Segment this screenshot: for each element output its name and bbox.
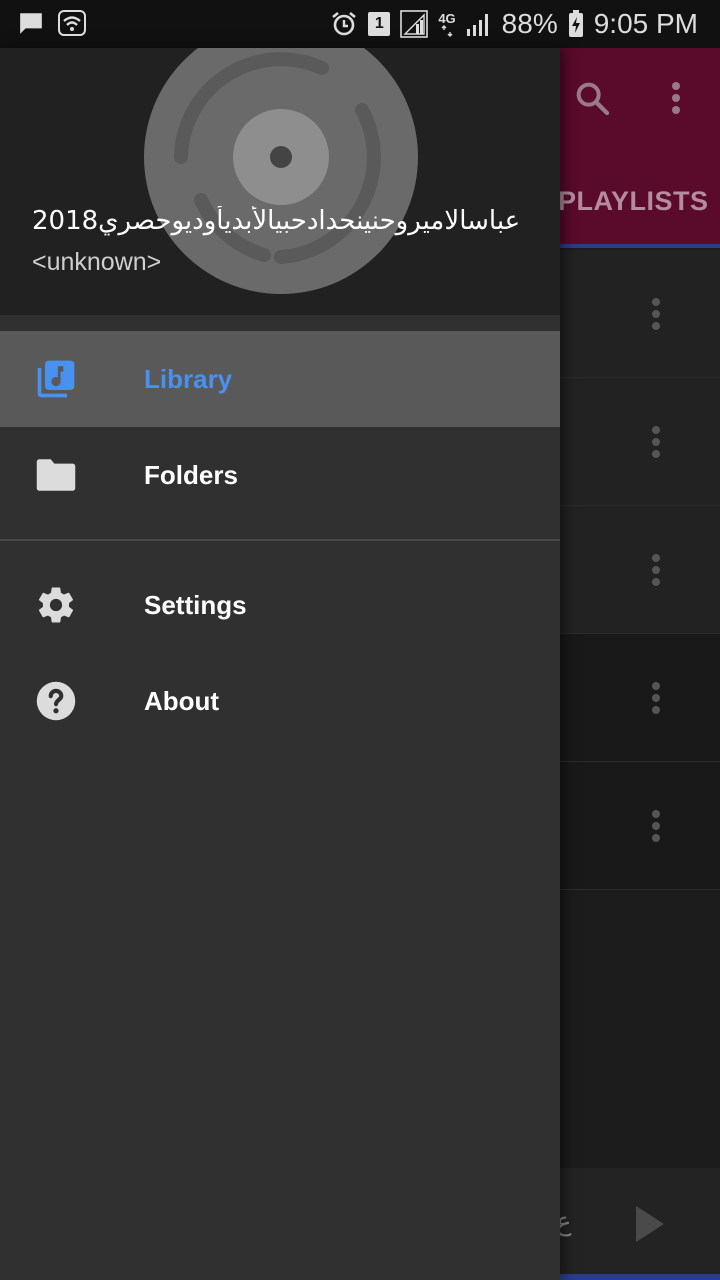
drawer-item-folders[interactable]: Folders bbox=[0, 427, 560, 523]
library-music-icon bbox=[32, 355, 80, 403]
gear-icon bbox=[32, 581, 80, 629]
status-bar: 1 4G 88% 9:05 PM bbox=[0, 0, 720, 48]
drawer-item-about[interactable]: About bbox=[0, 653, 560, 749]
search-icon bbox=[576, 82, 610, 116]
battery-percent: 88% bbox=[501, 8, 558, 39]
play-button[interactable] bbox=[630, 1200, 674, 1248]
more-vert-icon bbox=[652, 298, 660, 330]
more-vert-icon bbox=[652, 426, 660, 458]
drawer-item-library[interactable]: Library bbox=[0, 331, 560, 427]
drawer-item-label: About bbox=[144, 685, 220, 716]
help-icon bbox=[32, 677, 80, 725]
search-button[interactable] bbox=[568, 74, 616, 122]
clock: 9:05 PM bbox=[593, 8, 698, 39]
now-playing-title: عباسالاميروحنينحدادحبيالأبديأوديوحصري201… bbox=[32, 206, 521, 236]
row-menu-button[interactable] bbox=[640, 802, 672, 850]
row-menu-button[interactable] bbox=[640, 546, 672, 594]
more-vert-icon bbox=[652, 682, 660, 714]
sim-slot-badge: 1 bbox=[368, 12, 391, 36]
row-menu-button[interactable] bbox=[640, 674, 672, 722]
drawer-item-label: Settings bbox=[144, 589, 247, 620]
more-vert-icon bbox=[652, 554, 660, 586]
drawer-divider bbox=[0, 539, 560, 541]
tab-playlists[interactable]: PLAYLISTS bbox=[558, 186, 709, 217]
signal-strength-icon bbox=[466, 14, 488, 36]
more-vert-icon bbox=[652, 810, 660, 842]
alarm-icon bbox=[332, 11, 357, 36]
wifi-icon bbox=[58, 10, 86, 36]
drawer-item-settings[interactable]: Settings bbox=[0, 557, 560, 653]
mini-player-progress bbox=[560, 1274, 720, 1280]
row-menu-button[interactable] bbox=[640, 418, 672, 466]
battery-charging-icon bbox=[568, 10, 583, 37]
drawer-item-label: Library bbox=[144, 363, 233, 394]
drawer-header[interactable]: عباسالاميروحنينحدادحبيالأبديأوديوحصري201… bbox=[0, 48, 560, 315]
play-icon bbox=[636, 1206, 664, 1242]
overflow-menu-button[interactable] bbox=[652, 74, 700, 122]
now-playing-artist: <unknown> bbox=[32, 248, 162, 276]
drawer-primary-nav: Library Folders bbox=[0, 331, 560, 523]
network-indicator: 4G bbox=[438, 10, 456, 37]
message-icon bbox=[20, 13, 42, 34]
folder-icon bbox=[32, 451, 80, 499]
album-art-placeholder-icon bbox=[144, 48, 418, 294]
row-menu-button[interactable] bbox=[640, 290, 672, 338]
signal-icon bbox=[400, 10, 429, 38]
navigation-drawer: عباسالاميروحنينحدادحبيالأبديأوديوحصري201… bbox=[0, 48, 560, 1280]
data-arrows-icon bbox=[441, 24, 453, 37]
more-vert-icon bbox=[672, 82, 680, 114]
drawer-item-label: Folders bbox=[144, 459, 238, 490]
network-type: 4G bbox=[438, 10, 456, 26]
drawer-secondary-nav: Settings About bbox=[0, 557, 560, 749]
